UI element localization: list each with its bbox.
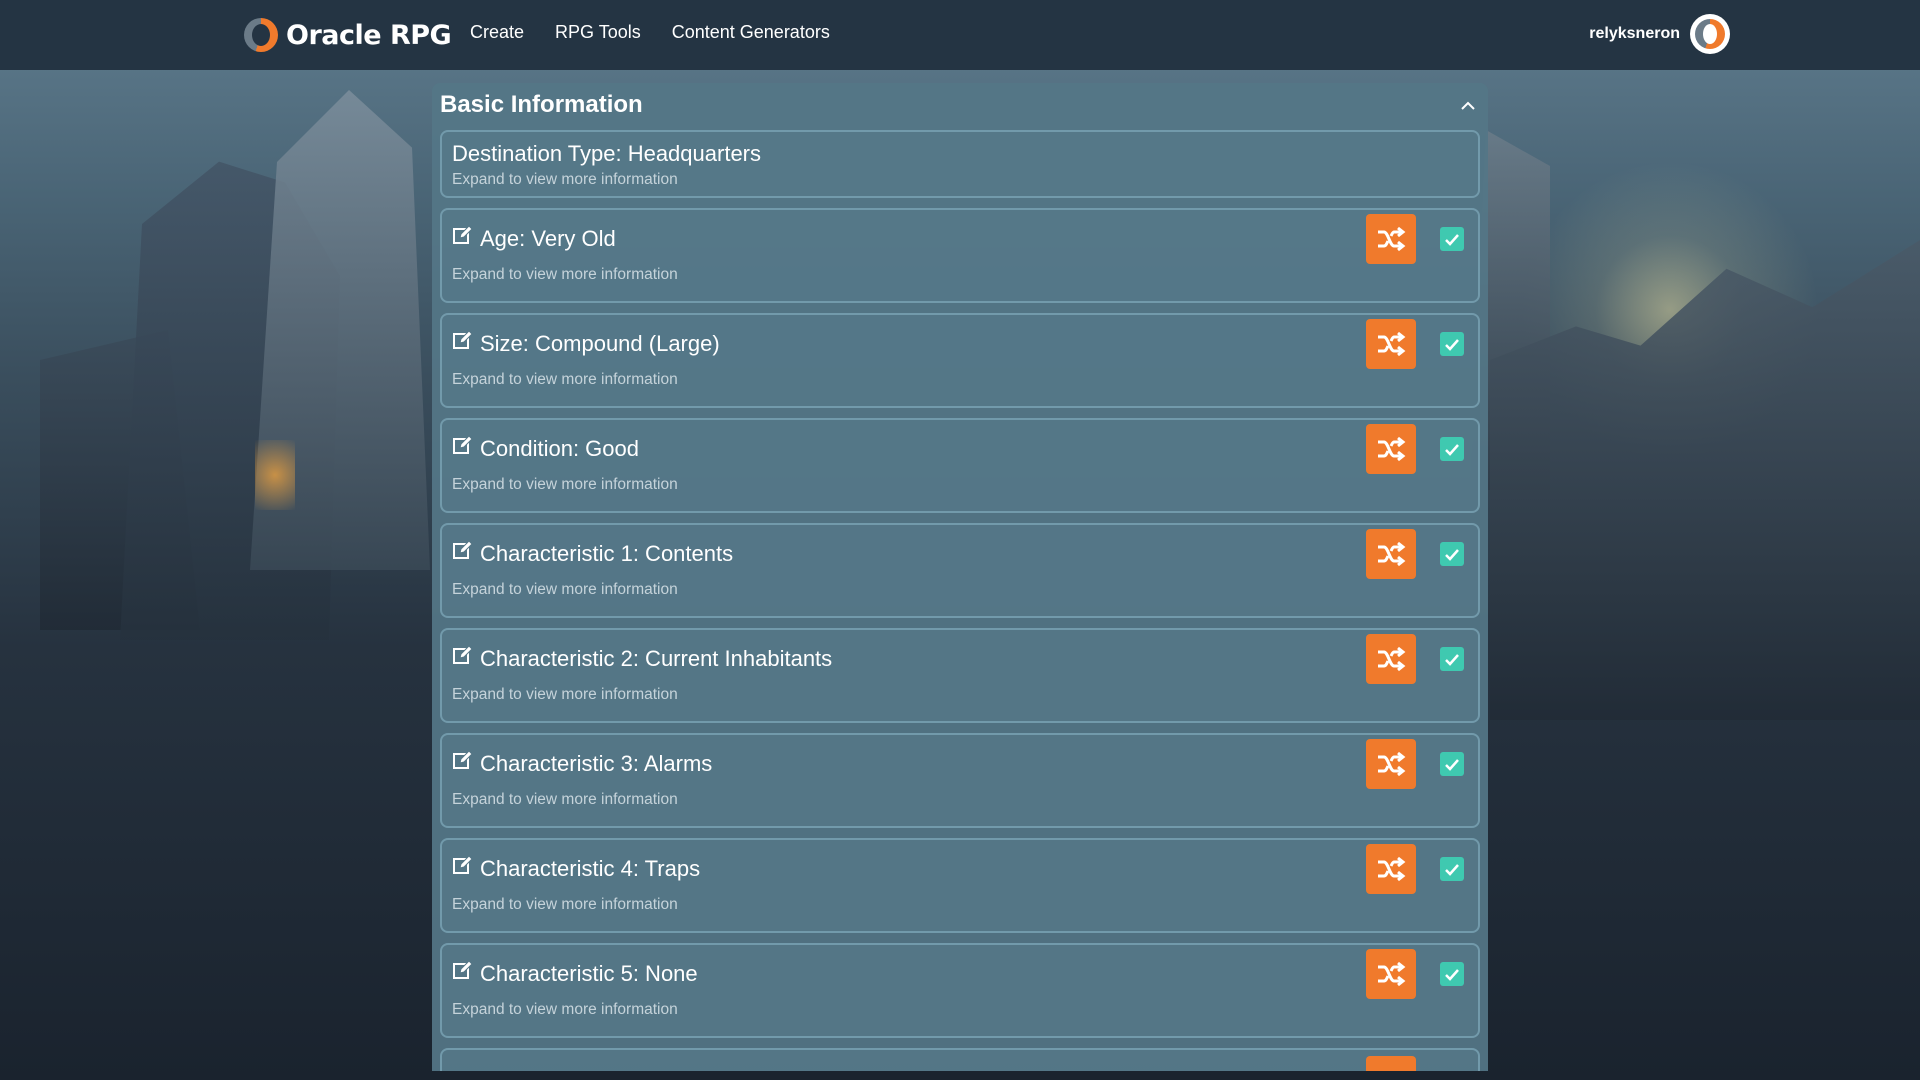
shuffle-icon: [1378, 961, 1406, 987]
include-checkbox[interactable]: [1440, 857, 1464, 881]
attribute-title-row: Characteristic 2: Current Inhabitants: [452, 644, 1468, 672]
shuffle-icon: [1378, 541, 1406, 567]
check-icon: [1445, 443, 1459, 456]
attribute-title: Age: Very Old: [480, 226, 616, 251]
expand-hint: Expand to view more information: [452, 791, 678, 808]
user-menu[interactable]: relyksneron: [1589, 14, 1730, 54]
nav-create[interactable]: Create: [470, 22, 524, 43]
nav-content-generators[interactable]: Content Generators: [672, 22, 830, 43]
attribute-card[interactable]: Characteristic 2: Current Inhabitants Ex…: [440, 628, 1480, 723]
attribute-card[interactable]: Characteristic 4: Traps Expand to view m…: [440, 838, 1480, 933]
attribute-title: Characteristic 4: Traps: [480, 856, 701, 881]
shuffle-button[interactable]: [1366, 424, 1416, 474]
attribute-title-row: Age: Very Old: [452, 224, 1468, 252]
expand-hint: Expand to view more information: [452, 581, 678, 598]
username: relyksneron: [1589, 25, 1680, 42]
chevron-up-icon[interactable]: [1460, 97, 1476, 113]
shuffle-icon: [1378, 856, 1406, 882]
edit-icon[interactable]: [452, 749, 474, 771]
top-navbar: Oracle RPG Create RPG Tools Content Gene…: [0, 0, 1920, 70]
attribute-title: Characteristic 3: Alarms: [480, 751, 713, 776]
shuffle-icon: [1378, 646, 1406, 672]
attribute-title-row: Characteristic 4: Traps: [452, 854, 1468, 882]
panel-title: Basic Information: [440, 91, 643, 118]
shuffle-button[interactable]: [1366, 319, 1416, 369]
shuffle-button[interactable]: [1366, 1056, 1416, 1071]
edit-icon[interactable]: [452, 644, 474, 666]
attribute-title: Characteristic 5: None: [480, 961, 698, 986]
include-checkbox[interactable]: [1440, 542, 1464, 566]
shuffle-icon: [1378, 436, 1406, 462]
shuffle-icon: [1378, 751, 1406, 777]
check-icon: [1445, 338, 1459, 351]
attribute-card[interactable]: Condition: Good Expand to view more info…: [440, 418, 1480, 513]
expand-hint: Expand to view more information: [452, 686, 678, 703]
shuffle-button[interactable]: [1366, 529, 1416, 579]
check-icon: [1445, 548, 1459, 561]
expand-hint: Expand to view more information: [452, 171, 678, 188]
shuffle-button[interactable]: [1366, 949, 1416, 999]
destination-type-card[interactable]: Destination Type: Headquarters Expand to…: [440, 130, 1480, 198]
panel-header[interactable]: Basic Information: [432, 83, 1488, 131]
destination-type-title: Destination Type: Headquarters: [452, 141, 761, 166]
attribute-title: Characteristic 1: Contents: [480, 541, 734, 566]
edit-icon[interactable]: [452, 329, 474, 351]
attribute-card[interactable]: Age: Very Old Expand to view more inform…: [440, 208, 1480, 303]
include-checkbox[interactable]: [1440, 227, 1464, 251]
check-icon: [1445, 863, 1459, 876]
brand-name: Oracle RPG: [286, 19, 452, 51]
attribute-title-row: Characteristic 3: Alarms: [452, 749, 1468, 777]
attribute-card[interactable]: Size: Compound (Large) Expand to view mo…: [440, 313, 1480, 408]
include-checkbox[interactable]: [1440, 332, 1464, 356]
edit-icon[interactable]: [452, 434, 474, 456]
brand-logo-link[interactable]: Oracle RPG: [244, 14, 452, 56]
shuffle-button[interactable]: [1366, 634, 1416, 684]
list-item-partial[interactable]: [440, 1048, 1480, 1071]
shuffle-icon: [1378, 226, 1406, 252]
check-icon: [1445, 653, 1459, 666]
attribute-card[interactable]: Characteristic 5: None Expand to view mo…: [440, 943, 1480, 1038]
avatar-logo-icon: [1695, 19, 1725, 49]
nav-rpg-tools[interactable]: RPG Tools: [555, 22, 641, 43]
include-checkbox[interactable]: [1440, 752, 1464, 776]
shuffle-button[interactable]: [1366, 214, 1416, 264]
include-checkbox[interactable]: [1440, 437, 1464, 461]
attribute-title: Condition: Good: [480, 436, 639, 461]
edit-icon[interactable]: [452, 854, 474, 876]
expand-hint: Expand to view more information: [452, 266, 678, 283]
expand-hint: Expand to view more information: [452, 371, 678, 388]
basic-information-panel: Basic Information Destination Type: Head…: [432, 83, 1488, 1071]
attribute-title: Size: Compound (Large): [480, 331, 720, 356]
attribute-card[interactable]: Characteristic 1: Contents Expand to vie…: [440, 523, 1480, 618]
check-icon: [1445, 758, 1459, 771]
edit-icon[interactable]: [452, 224, 474, 246]
attribute-card[interactable]: Characteristic 3: Alarms Expand to view …: [440, 733, 1480, 828]
include-checkbox[interactable]: [1440, 962, 1464, 986]
edit-icon[interactable]: [452, 539, 474, 561]
edit-icon[interactable]: [452, 959, 474, 981]
attribute-title-row: Characteristic 5: None: [452, 959, 1468, 987]
expand-hint: Expand to view more information: [452, 476, 678, 493]
shuffle-icon: [1378, 331, 1406, 357]
shuffle-button[interactable]: [1366, 844, 1416, 894]
shuffle-button[interactable]: [1366, 739, 1416, 789]
attribute-title-row: Characteristic 1: Contents: [452, 539, 1468, 567]
attribute-title-row: Size: Compound (Large): [452, 329, 1468, 357]
window-light: [255, 440, 295, 510]
attribute-title: Characteristic 2: Current Inhabitants: [480, 646, 833, 671]
oracle-logo-icon: [244, 18, 278, 52]
check-icon: [1445, 968, 1459, 981]
attribute-title-row: Condition: Good: [452, 434, 1468, 462]
expand-hint: Expand to view more information: [452, 1001, 678, 1018]
avatar[interactable]: [1690, 14, 1730, 54]
expand-hint: Expand to view more information: [452, 896, 678, 913]
include-checkbox[interactable]: [1440, 647, 1464, 671]
check-icon: [1445, 233, 1459, 246]
main-nav: Create RPG Tools Content Generators: [470, 22, 830, 43]
